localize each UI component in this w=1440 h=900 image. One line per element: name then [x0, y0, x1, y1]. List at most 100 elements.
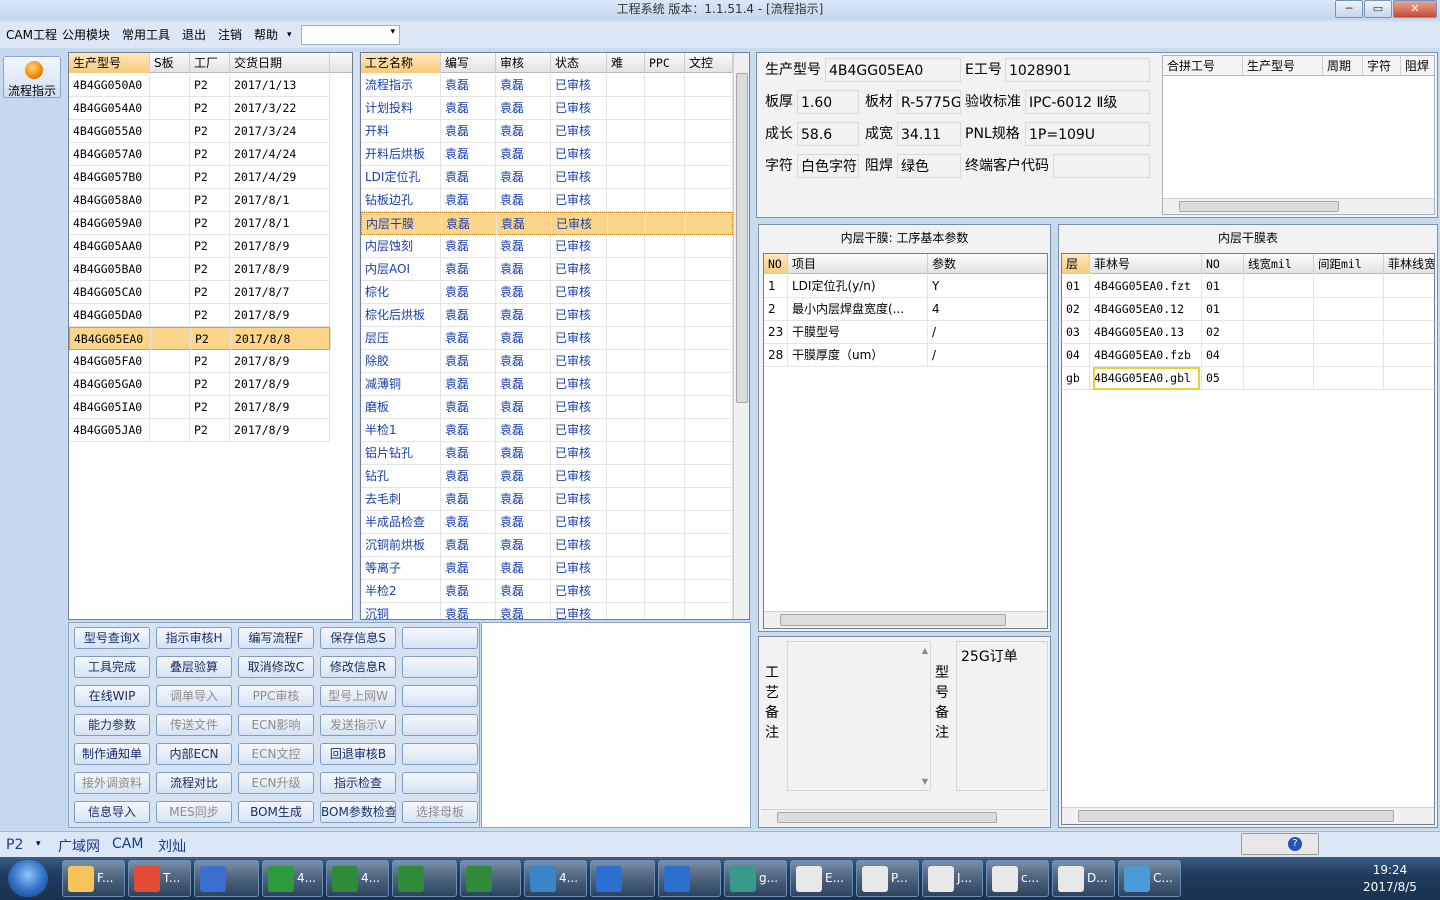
- table-row[interactable]: 半检1 袁磊 袁磊 已审核: [361, 419, 733, 442]
- scroll-thumb[interactable]: [1078, 810, 1394, 822]
- action-button[interactable]: BOM生成: [238, 801, 314, 823]
- table-row[interactable]: 半检2 袁磊 袁磊 已审核: [361, 580, 733, 603]
- table-row[interactable]: 半成品检查 袁磊 袁磊 已审核: [361, 511, 733, 534]
- start-button[interactable]: [8, 860, 48, 897]
- maximize-button[interactable]: ▭: [1364, 0, 1392, 18]
- action-button[interactable]: ECN升级: [238, 772, 314, 794]
- scroll-up-icon[interactable]: ▲: [922, 646, 928, 655]
- table-row[interactable]: 棕化后烘板 袁磊 袁磊 已审核: [361, 304, 733, 327]
- table-row[interactable]: 棕化 袁磊 袁磊 已审核: [361, 281, 733, 304]
- table-row[interactable]: 2 最小内层焊盘宽度(... 4: [764, 298, 1047, 321]
- taskbar-button[interactable]: T...: [128, 860, 191, 897]
- action-button[interactable]: 取消修改C: [238, 656, 314, 678]
- table-row[interactable]: 减薄铜 袁磊 袁磊 已审核: [361, 373, 733, 396]
- taskbar-button[interactable]: F...: [62, 860, 125, 897]
- merge-hscrollbar[interactable]: [1163, 198, 1434, 214]
- table-row[interactable]: 开料后烘板 袁磊 袁磊 已审核: [361, 143, 733, 166]
- mask-field[interactable]: 绿色: [897, 154, 961, 178]
- table-row[interactable]: 4B4GG058A0 P2 2017/8/1: [69, 189, 330, 212]
- table-row[interactable]: 03 4B4GG05EA0.13 02: [1062, 321, 1434, 344]
- action-button[interactable]: 指示审核H: [156, 627, 232, 649]
- scroll-thumb[interactable]: [780, 614, 1006, 626]
- table-row[interactable]: 沉铜 袁磊 袁磊 已审核: [361, 603, 733, 619]
- col-header-film-idx[interactable]: NO: [1202, 254, 1244, 274]
- col-header-merge-no[interactable]: 合拼工号: [1163, 56, 1243, 76]
- table-row[interactable]: 层压 袁磊 袁磊 已审核: [361, 327, 733, 350]
- action-button[interactable]: [402, 627, 478, 649]
- char-field[interactable]: 白色字符: [797, 154, 859, 178]
- close-button[interactable]: ✕: [1393, 0, 1437, 18]
- scroll-down-icon[interactable]: ▼: [922, 777, 928, 786]
- table-row[interactable]: 4B4GG054A0 P2 2017/3/22: [69, 97, 330, 120]
- col-header-status[interactable]: 状态: [551, 53, 607, 73]
- taskbar-button[interactable]: [590, 860, 655, 897]
- action-button[interactable]: 指示检查: [320, 772, 396, 794]
- pnl-field[interactable]: 1P=109U: [1025, 122, 1150, 146]
- col-header-film-no[interactable]: 菲林号: [1090, 254, 1202, 274]
- table-row[interactable]: 28 干膜厚度（um） /: [764, 344, 1047, 367]
- chevron-down-icon[interactable]: ▾: [287, 26, 292, 44]
- col-header-doc-control[interactable]: 文控: [685, 53, 733, 73]
- minimize-button[interactable]: ─: [1335, 0, 1363, 18]
- width-field[interactable]: 34.11: [897, 122, 961, 146]
- table-row[interactable]: 4B4GG05GA0 P2 2017/8/9: [69, 373, 330, 396]
- table-row[interactable]: 4B4GG059A0 P2 2017/8/1: [69, 212, 330, 235]
- eno-field[interactable]: 1028901: [1005, 58, 1150, 82]
- col-header-author[interactable]: 编写: [441, 53, 496, 73]
- taskbar-button[interactable]: C...: [1118, 860, 1181, 897]
- action-button[interactable]: 选择母板: [402, 801, 478, 823]
- thickness-field[interactable]: 1.60: [797, 90, 859, 114]
- col-header-s-board[interactable]: S板: [150, 53, 190, 73]
- table-row[interactable]: 4B4GG05JA0 P2 2017/8/9: [69, 419, 330, 442]
- menu-help[interactable]: 帮助: [254, 26, 278, 44]
- table-row[interactable]: 内层干膜 袁磊 袁磊 已审核: [361, 212, 734, 236]
- table-row[interactable]: 4B4GG05AA0 P2 2017/8/9: [69, 235, 330, 258]
- table-row[interactable]: 4B4GG05BA0 P2 2017/8/9: [69, 258, 330, 281]
- menu-logout[interactable]: 注销: [218, 26, 242, 44]
- taskbar-button[interactable]: E...: [790, 860, 853, 897]
- action-button[interactable]: 型号查询X: [74, 627, 150, 649]
- col-header-spacing[interactable]: 间距mil: [1314, 254, 1384, 274]
- table-row[interactable]: 开料 袁磊 袁磊 已审核: [361, 120, 733, 143]
- col-header-param[interactable]: 参数: [928, 254, 1047, 274]
- action-button[interactable]: 编写流程F: [238, 627, 314, 649]
- col-header-process-name[interactable]: 工艺名称: [361, 53, 441, 73]
- table-row[interactable]: 4B4GG057B0 P2 2017/4/29: [69, 166, 330, 189]
- taskbar-button[interactable]: [194, 860, 259, 897]
- table-row[interactable]: 等离子 袁磊 袁磊 已审核: [361, 557, 733, 580]
- film-hscrollbar[interactable]: [1062, 807, 1434, 824]
- taskbar-button[interactable]: g...: [724, 860, 787, 897]
- table-row[interactable]: 4B4GG050A0 P2 2017/1/13: [69, 74, 330, 97]
- table-row[interactable]: 4B4GG05IA0 P2 2017/8/9: [69, 396, 330, 419]
- taskbar-button[interactable]: 4...: [262, 860, 323, 897]
- taskbar-button[interactable]: 4...: [524, 860, 587, 897]
- action-button[interactable]: 发送指示V: [320, 714, 396, 736]
- action-button[interactable]: [402, 685, 478, 707]
- action-button[interactable]: 叠层验算: [156, 656, 232, 678]
- table-row[interactable]: 内层蚀刻 袁磊 袁磊 已审核: [361, 235, 733, 258]
- table-row[interactable]: 23 干膜型号 /: [764, 321, 1047, 344]
- table-row[interactable]: 4B4GG05EA0 P2 2017/8/8: [69, 327, 331, 351]
- action-button[interactable]: 制作通知单: [74, 743, 150, 765]
- table-row[interactable]: 4B4GG055A0 P2 2017/3/24: [69, 120, 330, 143]
- action-button[interactable]: 保存信息S: [320, 627, 396, 649]
- col-header-model[interactable]: 生产型号: [69, 53, 150, 73]
- action-button[interactable]: 型号上网W: [320, 685, 396, 707]
- action-button[interactable]: MES同步: [156, 801, 232, 823]
- table-row[interactable]: 钻孔 袁磊 袁磊 已审核: [361, 465, 733, 488]
- scroll-thumb[interactable]: [777, 812, 997, 823]
- col-header-period[interactable]: 周期: [1323, 56, 1363, 76]
- action-button[interactable]: 在线WIP: [74, 685, 150, 707]
- table-row[interactable]: 钻板边孔 袁磊 袁磊 已审核: [361, 189, 733, 212]
- taskbar-button[interactable]: J...: [922, 860, 983, 897]
- table-row[interactable]: 铝片钻孔 袁磊 袁磊 已审核: [361, 442, 733, 465]
- action-button[interactable]: [402, 743, 478, 765]
- action-button[interactable]: ECN文控: [238, 743, 314, 765]
- customer-code-field[interactable]: [1053, 154, 1150, 178]
- help-icon[interactable]: ?: [1288, 837, 1302, 851]
- taskbar-button[interactable]: [658, 860, 721, 897]
- flow-indicator-button[interactable]: 流程指示: [3, 56, 61, 98]
- taskbar-button[interactable]: [392, 860, 457, 897]
- col-header-ppc[interactable]: PPC: [645, 53, 685, 73]
- table-row[interactable]: 4B4GG05CA0 P2 2017/8/7: [69, 281, 330, 304]
